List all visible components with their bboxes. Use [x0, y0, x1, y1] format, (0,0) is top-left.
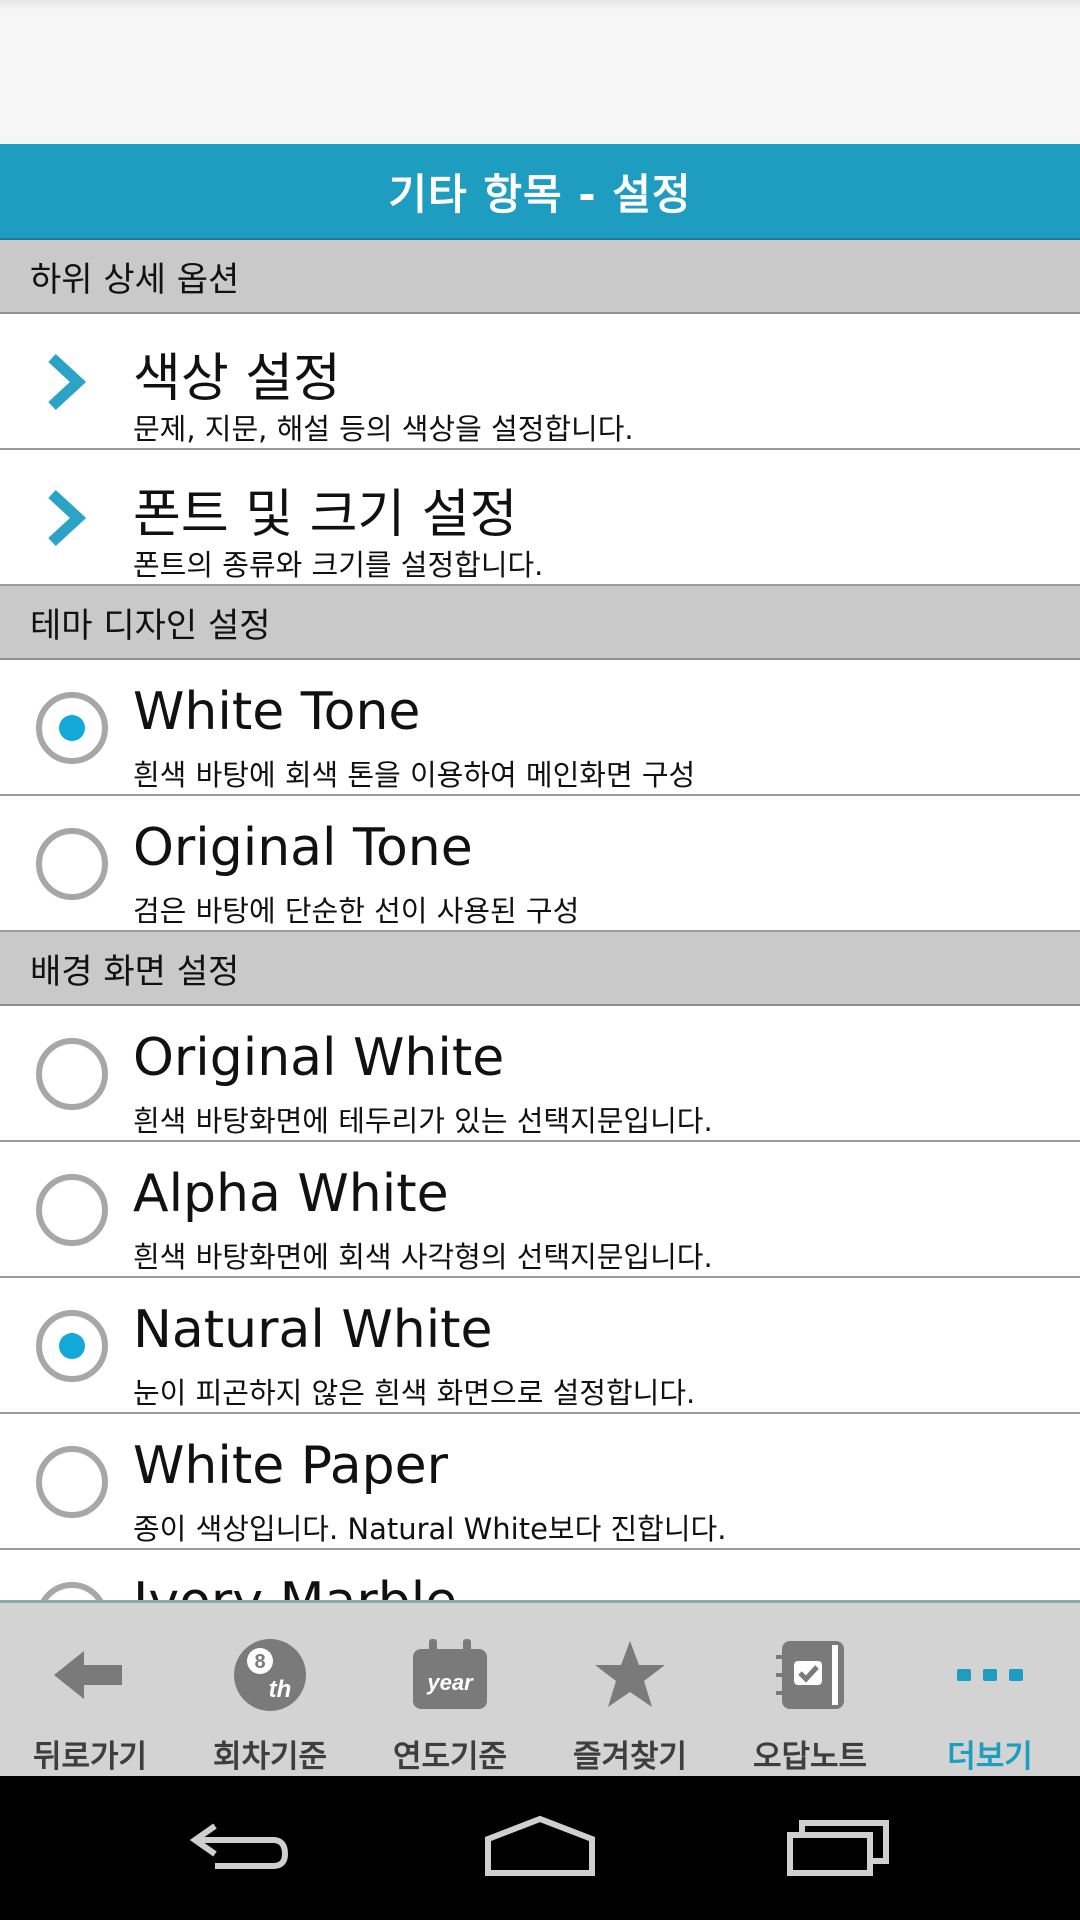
system-nav-bar: [0, 1776, 1080, 1920]
back-arrow-icon: [45, 1631, 135, 1719]
settings-list[interactable]: 하위 상세 옵션 색상 설정 문제, 지문, 해설 등의 색상을 설정합니다. …: [0, 240, 1080, 1600]
item-title: Natural White: [133, 1300, 493, 1360]
radio-button-checked[interactable]: [36, 1310, 108, 1382]
radio-button[interactable]: [36, 828, 108, 900]
year-calendar-icon: year: [405, 1631, 495, 1719]
item-desc: 폰트의 종류와 크기를 설정합니다.: [133, 548, 544, 582]
item-desc: 흰색 바탕화면에 회색 사각형의 선택지문입니다.: [133, 1240, 713, 1274]
section-header-background: 배경 화면 설정: [0, 932, 1080, 1006]
item-desc: 눈이 피곤하지 않은 흰색 화면으로 설정합니다.: [133, 1376, 696, 1410]
nav-wrong-notes[interactable]: 오답노트: [720, 1603, 900, 1776]
chevron-right-icon: [48, 489, 87, 547]
nav-label: 뒤로가기: [32, 1739, 148, 1775]
radio-row-original-tone[interactable]: Original Tone 검은 바탕에 단순한 선이 사용된 구성: [0, 796, 1080, 932]
status-area: [0, 0, 1080, 144]
page-title: 기타 항목 - 설정: [388, 169, 692, 219]
nav-back[interactable]: 뒤로가기: [0, 1603, 180, 1776]
radio-button-checked[interactable]: [36, 692, 108, 764]
item-title: 폰트 및 크기 설정: [133, 485, 518, 545]
section-header-detail: 하위 상세 옵션: [0, 240, 1080, 314]
radio-row-white-tone[interactable]: White Tone 흰색 바탕에 회색 톤을 이용하여 메인화면 구성: [0, 660, 1080, 796]
item-title: Ivory Marble: [133, 1572, 457, 1600]
home-icon[interactable]: [480, 1806, 600, 1886]
nav-label: 연도기준: [392, 1739, 508, 1775]
nav-round[interactable]: 8 th 회차기준: [180, 1603, 360, 1776]
back-icon[interactable]: [180, 1806, 300, 1886]
star-icon: [585, 1631, 675, 1719]
radio-button[interactable]: [36, 1174, 108, 1246]
bottom-nav: 뒤로가기 8 th 회차기준 year 연도기준 즐겨찾기 오답노트 더보기: [0, 1600, 1080, 1776]
item-title: Original White: [133, 1028, 505, 1088]
svg-text:year: year: [426, 1670, 474, 1695]
list-item-font-settings[interactable]: 폰트 및 크기 설정 폰트의 종류와 크기를 설정합니다.: [0, 450, 1080, 586]
nav-more[interactable]: 더보기: [900, 1603, 1080, 1776]
title-bar: 기타 항목 - 설정: [0, 144, 1080, 240]
item-title: 색상 설정: [133, 349, 341, 409]
nav-label: 더보기: [947, 1739, 1033, 1775]
nav-label: 즐겨찾기: [572, 1739, 688, 1775]
nav-label: 회차기준: [212, 1739, 328, 1775]
nav-favorites[interactable]: 즐겨찾기: [540, 1603, 720, 1776]
radio-row-original-white[interactable]: Original White 흰색 바탕화면에 테두리가 있는 선택지문입니다.: [0, 1006, 1080, 1142]
item-desc: 문제, 지문, 해설 등의 색상을 설정합니다.: [133, 412, 634, 446]
radio-row-alpha-white[interactable]: Alpha White 흰색 바탕화면에 회색 사각형의 선택지문입니다.: [0, 1142, 1080, 1278]
radio-button[interactable]: [36, 1582, 108, 1600]
recents-icon[interactable]: [780, 1806, 900, 1886]
radio-row-natural-white[interactable]: Natural White 눈이 피곤하지 않은 흰색 화면으로 설정합니다.: [0, 1278, 1080, 1414]
item-title: Original Tone: [133, 818, 473, 878]
chevron-right-icon: [48, 353, 87, 411]
item-desc: 종이 색상입니다. Natural White보다 진합니다.: [133, 1512, 727, 1546]
item-title: Alpha White: [133, 1164, 449, 1224]
more-dots-icon: [945, 1631, 1035, 1719]
radio-button[interactable]: [36, 1038, 108, 1110]
item-desc: 검은 바탕에 단순한 선이 사용된 구성: [133, 894, 580, 928]
item-title: White Paper: [133, 1436, 448, 1496]
radio-row-ivory-marble[interactable]: Ivory Marble: [0, 1550, 1080, 1600]
section-header-theme: 테마 디자인 설정: [0, 586, 1080, 660]
nav-year[interactable]: year 연도기준: [360, 1603, 540, 1776]
nav-label: 오답노트: [752, 1739, 868, 1775]
radio-button[interactable]: [36, 1446, 108, 1518]
item-desc: 흰색 바탕화면에 테두리가 있는 선택지문입니다.: [133, 1104, 713, 1138]
list-item-color-settings[interactable]: 색상 설정 문제, 지문, 해설 등의 색상을 설정합니다.: [0, 314, 1080, 450]
eight-ball-th-icon: 8 th: [225, 1631, 315, 1719]
radio-row-white-paper[interactable]: White Paper 종이 색상입니다. Natural White보다 진합…: [0, 1414, 1080, 1550]
svg-text:8: 8: [254, 1651, 265, 1673]
item-title: White Tone: [133, 682, 421, 742]
item-desc: 흰색 바탕에 회색 톤을 이용하여 메인화면 구성: [133, 758, 696, 792]
svg-text:th: th: [269, 1676, 292, 1703]
notebook-check-icon: [765, 1631, 855, 1719]
